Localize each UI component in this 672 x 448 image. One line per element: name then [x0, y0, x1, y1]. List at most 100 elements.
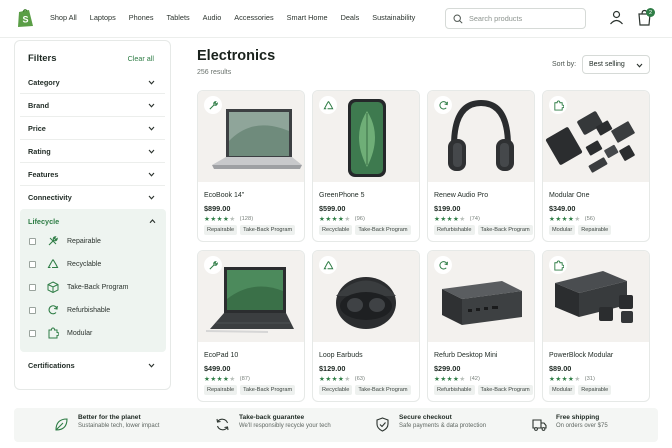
filter-label: Category — [28, 77, 60, 87]
product-name[interactable]: Modular One — [549, 192, 589, 199]
rating-stars: ★ ★ ★ ★ ★ (87) — [204, 375, 250, 383]
product-image[interactable] — [543, 91, 649, 182]
clear-all-link[interactable]: Clear all — [128, 54, 154, 63]
refresh-icon — [48, 305, 58, 315]
product-card[interactable]: EcoPad 10 $499.00 ★ ★ ★ ★ ★ (87) Repairable Ta… — [197, 250, 305, 402]
nav-accessories[interactable]: Accessories — [234, 13, 273, 22]
recycle-icon — [323, 100, 333, 109]
benefit-title: Better for the planet — [78, 414, 141, 421]
product-price: $899.00 — [204, 204, 231, 213]
user-icon[interactable] — [609, 10, 624, 25]
product-image[interactable] — [198, 91, 304, 182]
product-name[interactable]: PowerBlock Modular — [549, 352, 613, 359]
tag: Take-Back Program — [355, 385, 411, 395]
lifecycle-option-modular[interactable]: Modular — [29, 326, 92, 340]
star-icon: ★ — [344, 376, 351, 383]
nav-smart-home[interactable]: Smart Home — [287, 13, 328, 22]
chevron-down-icon — [148, 103, 155, 108]
filter-price[interactable]: Price — [20, 117, 165, 140]
filter-rating[interactable]: Rating — [20, 140, 165, 163]
benefit-subtitle: On orders over $75 — [556, 423, 608, 429]
filter-lifecycle-title[interactable]: Lifecycle — [28, 217, 59, 226]
product-image[interactable] — [313, 251, 419, 342]
benefit-subtitle: We'll responsibly recycle your tech — [239, 423, 331, 429]
product-image[interactable] — [543, 251, 649, 342]
filter-label: Brand — [28, 100, 50, 110]
benefit-title: Secure checkout — [399, 414, 452, 421]
recycle-icon — [323, 260, 333, 269]
cart-count-badge: 2 — [646, 8, 655, 17]
chevron-down-icon — [148, 80, 155, 85]
benefit-secure: Secure checkout Safe payments & data prot… — [375, 414, 486, 432]
checkbox[interactable] — [29, 306, 36, 314]
sort-value: Best selling — [589, 61, 625, 68]
nav-phones[interactable]: Phones — [129, 13, 154, 22]
star-icon: ★ — [574, 376, 581, 383]
lifecycle-badge — [204, 256, 222, 274]
search-input[interactable] — [469, 14, 579, 23]
shopify-logo-icon[interactable]: S — [14, 7, 36, 29]
filter-features[interactable]: Features — [20, 163, 165, 186]
nav-shop-all[interactable]: Shop All — [50, 13, 77, 22]
tag: Take-Back Program — [240, 225, 296, 235]
wrench-icon — [208, 260, 218, 270]
product-name[interactable]: Renew Audio Pro — [434, 192, 488, 199]
filter-category[interactable]: Category — [20, 71, 165, 94]
checkbox[interactable] — [29, 237, 36, 245]
product-name[interactable]: EcoPad 10 — [204, 352, 238, 359]
product-card[interactable]: Loop Earbuds $129.00 ★ ★ ★ ★ ★ (63) Recyclabl… — [312, 250, 420, 402]
nav-laptops[interactable]: Laptops — [90, 13, 116, 22]
product-image[interactable] — [428, 251, 534, 342]
product-image[interactable] — [313, 91, 419, 182]
product-card[interactable]: PowerBlock Modular $89.00 ★ ★ ★ ★ ★ (31) Modu… — [542, 250, 650, 402]
chevron-down-icon — [636, 63, 643, 68]
lifecycle-badge — [434, 96, 452, 114]
benefits-bar: Better for the planet Sustainable tech, l… — [14, 408, 658, 442]
product-image[interactable] — [198, 251, 304, 342]
product-card[interactable]: GreenPhone 5 $599.00 ★ ★ ★ ★ ★ (96) Recyclabl… — [312, 90, 420, 242]
search-box[interactable] — [445, 8, 586, 29]
tag: Take-Back Program — [477, 385, 533, 395]
lifecycle-option-take-back[interactable]: Take-Back Program — [29, 280, 128, 294]
shield-icon — [376, 417, 389, 432]
tag: Refurbishable — [434, 385, 475, 395]
product-price: $499.00 — [204, 364, 231, 373]
tag: Modular — [549, 385, 576, 395]
product-card[interactable]: Modular One $349.00 ★ ★ ★ ★ ★ (56) Modular Rep… — [542, 90, 650, 242]
svg-text:S: S — [23, 15, 29, 25]
tag: Recyclable — [319, 225, 353, 235]
benefit-title: Take-back guarantee — [239, 414, 305, 421]
product-card[interactable]: Renew Audio Pro $199.00 ★ ★ ★ ★ ★ (74) Refurb… — [427, 90, 535, 242]
filter-certifications[interactable]: Certifications — [20, 354, 165, 377]
lifecycle-option-repairable[interactable]: Repairable — [29, 234, 101, 248]
nav-tablets[interactable]: Tablets — [167, 13, 190, 22]
filter-connectivity[interactable]: Connectivity — [20, 186, 165, 209]
rating-stars: ★ ★ ★ ★ ★ (96) — [319, 215, 365, 223]
product-name[interactable]: Loop Earbuds — [319, 352, 363, 359]
product-name[interactable]: EcoBook 14" — [204, 192, 244, 199]
chevron-up-icon[interactable] — [149, 218, 156, 225]
checkbox[interactable] — [29, 283, 36, 291]
lifecycle-option-recyclable[interactable]: Recyclable — [29, 257, 101, 271]
product-tags: Refurbishable Take-Back Program — [434, 385, 533, 395]
tag: Recyclable — [319, 385, 353, 395]
product-name[interactable]: GreenPhone 5 — [319, 192, 365, 199]
product-card[interactable]: Refurb Desktop Mini $299.00 ★ ★ ★ ★ ★ (42) Re… — [427, 250, 535, 402]
checkbox[interactable] — [29, 329, 36, 337]
nav-deals[interactable]: Deals — [341, 13, 360, 22]
product-name[interactable]: Refurb Desktop Mini — [434, 352, 497, 359]
product-card[interactable]: EcoBook 14" $899.00 ★ ★ ★ ★ ★ (128) Repairabl… — [197, 90, 305, 242]
sort-select[interactable]: Best selling — [582, 55, 650, 74]
puzzle-icon — [553, 259, 564, 271]
product-image[interactable] — [428, 91, 534, 182]
nav-audio[interactable]: Audio — [203, 13, 222, 22]
product-tags: Recyclable Take-Back Program — [319, 385, 411, 395]
rating-stars: ★ ★ ★ ★ ★ (56) — [549, 215, 595, 223]
filter-brand[interactable]: Brand — [20, 94, 165, 117]
review-count: (56) — [584, 216, 595, 222]
lifecycle-option-refurbishable[interactable]: Refurbishable — [29, 303, 110, 317]
refresh-icon — [438, 260, 448, 269]
product-tags: Recyclable Take-Back Program — [319, 225, 411, 235]
nav-sustainability[interactable]: Sustainability — [372, 13, 415, 22]
checkbox[interactable] — [29, 260, 36, 268]
